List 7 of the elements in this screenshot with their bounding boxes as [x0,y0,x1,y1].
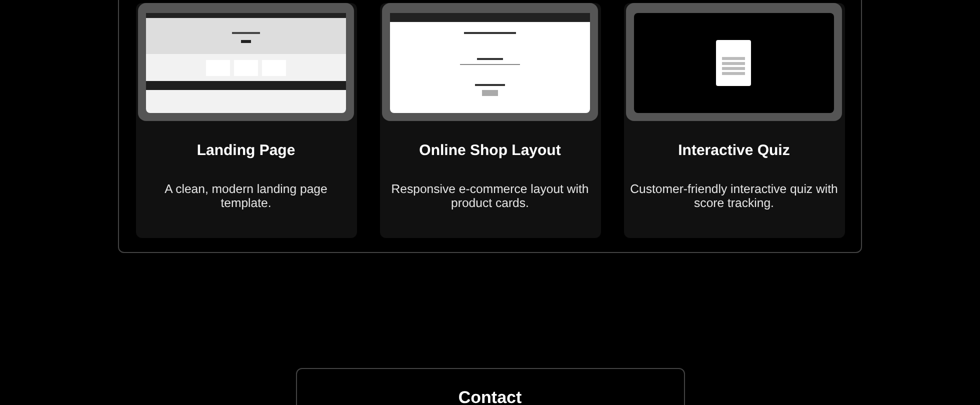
project-description: A clean, modern landing page template. [164,182,328,210]
project-title: Online Shop Layout [419,142,561,160]
project-title: Landing Page [196,142,296,160]
project-title: Interactive Quiz [678,142,790,160]
project-description: Responsive e-commerce layout with product cards. [390,182,590,210]
project-description: Customer-friendly interactive quiz with score tracking. [629,182,839,210]
contact-heading: Contact [458,389,522,405]
